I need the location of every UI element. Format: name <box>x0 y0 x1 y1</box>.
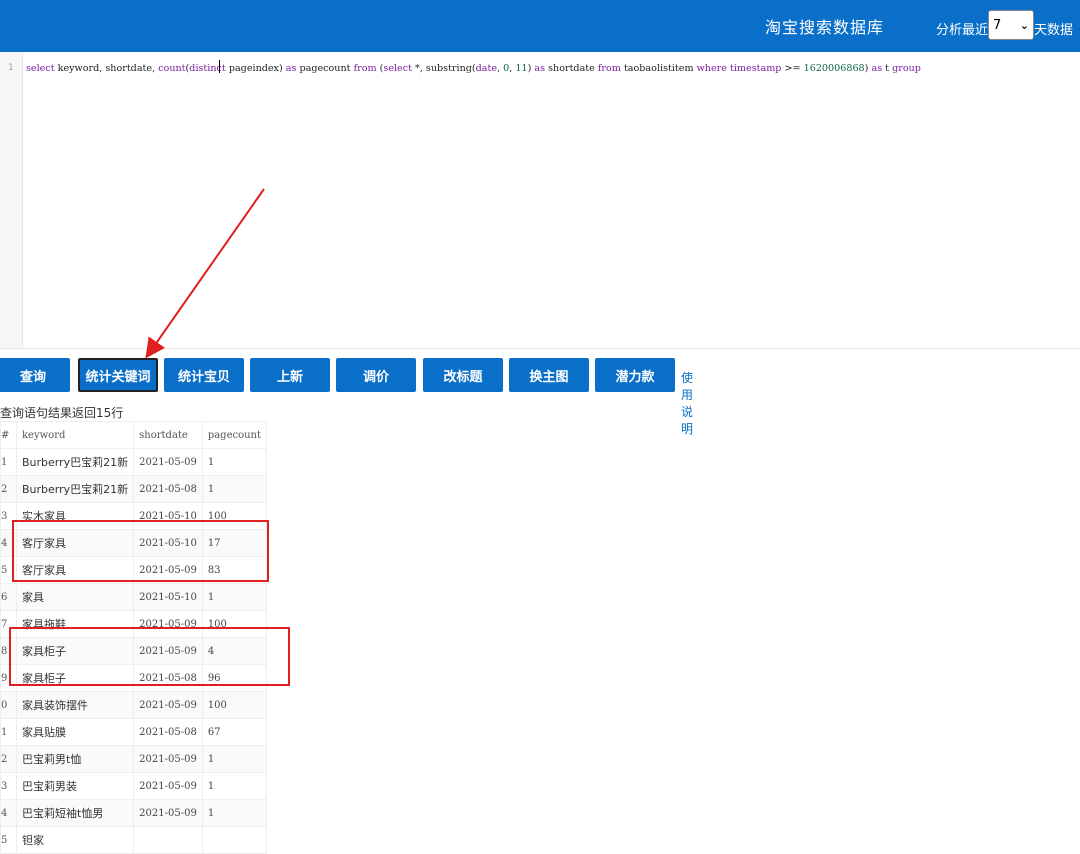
table-cell: 1 <box>201 745 268 773</box>
table-cell: 67 <box>201 718 268 746</box>
result-count-text: 查询语句结果返回15行 <box>0 406 124 420</box>
table-cell: 3 <box>0 772 17 800</box>
table-cell <box>201 826 268 854</box>
new-items-button[interactable]: 上新 <box>250 358 330 392</box>
table-cell: 4 <box>0 799 17 827</box>
table-cell: 巴宝莉男t恤 <box>15 745 135 773</box>
days-select-value: 7 <box>993 17 1002 33</box>
table-cell: 2021-05-08 <box>133 718 203 746</box>
sql-token: group <box>892 63 921 74</box>
potential-items-button[interactable]: 潜力款 <box>595 358 675 392</box>
table-row: 5 钽家 <box>0 826 268 854</box>
sql-token: pageindex) <box>225 63 286 74</box>
main-image-button[interactable]: 换主图 <box>509 358 589 392</box>
sql-token: where <box>696 63 727 74</box>
sql-token: select <box>383 63 412 74</box>
table-cell: 6 <box>0 583 17 611</box>
table-row: 2 Burberry巴宝莉21新 2021-05-08 1 <box>0 475 268 503</box>
app-title: 淘宝搜索数据库 <box>765 18 885 37</box>
sql-token: >= <box>781 63 804 74</box>
table-row: 6 家具 2021-05-10 1 <box>0 583 268 611</box>
sql-token: keyword, shortdate, <box>54 63 159 74</box>
range-prefix-label: 分析最近 <box>936 23 989 38</box>
column-header[interactable]: shortdate <box>133 421 203 449</box>
text-cursor <box>219 60 220 73</box>
sql-token: *, substring( <box>411 63 476 74</box>
sql-token: distinct <box>189 63 226 74</box>
table-cell: 1 <box>201 583 268 611</box>
days-select[interactable]: 7 ⌄ <box>988 10 1035 40</box>
stat-keywords-button[interactable]: 统计关键词 <box>78 358 158 392</box>
table-cell: 1 <box>201 799 268 827</box>
table-cell: 1 <box>201 475 268 503</box>
table-row: 1 Burberry巴宝莉21新 2021-05-09 1 <box>0 448 268 476</box>
table-cell <box>133 826 203 854</box>
table-cell: 1 <box>0 718 17 746</box>
table-cell: 100 <box>201 691 268 719</box>
table-cell: 2021-05-09 <box>133 772 203 800</box>
table-cell: 钽家 <box>15 826 135 854</box>
range-selector-group: 分析最近 7 ⌄ 天数据 <box>936 10 1074 40</box>
table-cell: 2021-05-09 <box>133 448 203 476</box>
chevron-down-icon: ⌄ <box>1019 18 1030 32</box>
table-cell: Burberry巴宝莉21新 <box>15 448 135 476</box>
header-bar: 淘宝搜索数据库 分析最近 7 ⌄ 天数据 <box>0 0 1080 52</box>
sql-editor[interactable]: 1 select keyword, shortdate, count(disti… <box>0 52 1080 349</box>
sql-token: timestamp <box>730 63 782 74</box>
price-change-button[interactable]: 调价 <box>336 358 416 392</box>
highlight-box-guizi <box>9 627 290 686</box>
sql-token: shortdate <box>545 63 598 74</box>
column-header[interactable]: # <box>0 421 17 449</box>
help-link[interactable]: 使用说明 <box>681 369 693 437</box>
table-header-row: # keyword shortdate pagecount <box>0 421 268 449</box>
table-cell: Burberry巴宝莉21新 <box>15 475 135 503</box>
editor-gutter: 1 <box>0 52 23 348</box>
sql-token: taobaolistitem <box>620 63 697 74</box>
table-cell: 家具贴膜 <box>15 718 135 746</box>
sql-token: t <box>882 63 893 74</box>
table-cell: 2021-05-09 <box>133 691 203 719</box>
table-row: 0 家具装饰摆件 2021-05-09 100 <box>0 691 268 719</box>
table-cell: 2021-05-09 <box>133 745 203 773</box>
table-cell: 家具装饰摆件 <box>15 691 135 719</box>
table-cell: 1 <box>201 772 268 800</box>
table-cell: 1 <box>0 448 17 476</box>
table-cell: 2021-05-09 <box>133 799 203 827</box>
table-cell: 巴宝莉短袖t恤男 <box>15 799 135 827</box>
table-row: 3 巴宝莉男装 2021-05-09 1 <box>0 772 268 800</box>
table-row: 1 家具贴膜 2021-05-08 67 <box>0 718 268 746</box>
sql-token: pagecount <box>296 63 354 74</box>
sql-token: from <box>353 63 377 74</box>
column-header[interactable]: pagecount <box>201 421 268 449</box>
table-cell: 2021-05-08 <box>133 475 203 503</box>
sql-token: count <box>158 63 186 74</box>
highlight-box-keting <box>12 520 269 582</box>
table-cell: 家具 <box>15 583 135 611</box>
sql-token: 11 <box>515 63 528 74</box>
sql-token: as <box>871 63 883 74</box>
stat-items-button[interactable]: 统计宝贝 <box>164 358 244 392</box>
query-button[interactable]: 查询 <box>0 358 70 392</box>
sql-token: as <box>285 63 297 74</box>
table-cell: 1 <box>201 448 268 476</box>
table-row: 4 巴宝莉短袖t恤男 2021-05-09 1 <box>0 799 268 827</box>
title-change-button[interactable]: 改标题 <box>423 358 503 392</box>
column-header[interactable]: keyword <box>15 421 135 449</box>
table-cell: 2021-05-10 <box>133 583 203 611</box>
table-cell: 0 <box>0 691 17 719</box>
table-cell: 2 <box>0 745 17 773</box>
range-suffix-label: 天数据 <box>1034 23 1074 38</box>
table-cell: 5 <box>0 826 17 854</box>
table-cell: 2 <box>0 475 17 503</box>
table-row: 2 巴宝莉男t恤 2021-05-09 1 <box>0 745 268 773</box>
sql-token: date <box>475 63 498 74</box>
sql-token: from <box>597 63 621 74</box>
line-number: 1 <box>8 63 14 73</box>
sql-token: select <box>26 63 55 74</box>
table-cell: 巴宝莉男装 <box>15 772 135 800</box>
sql-token: as <box>534 63 546 74</box>
sql-token: 1620006868 <box>803 63 865 74</box>
sql-code-line[interactable]: select keyword, shortdate, count(distinc… <box>26 63 921 74</box>
